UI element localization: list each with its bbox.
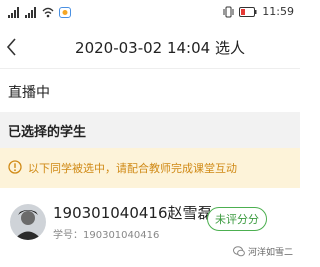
- notice-text: 以下同学被选中，请配合教师完成课堂互动: [28, 162, 237, 175]
- section-title: 已选择的学生: [8, 125, 87, 140]
- signal-icon: [25, 7, 36, 18]
- chevron-left-icon[interactable]: [4, 36, 20, 58]
- notice-banner: 以下同学被选中，请配合教师完成课堂互动: [0, 148, 300, 188]
- battery-icon: [239, 6, 257, 17]
- watermark: 河洋如雪二: [233, 245, 293, 258]
- section-header: 已选择的学生: [0, 112, 300, 148]
- vibrate-icon: [223, 6, 234, 17]
- student-name: 190301040416赵雪磊: [53, 204, 213, 222]
- status-icons-right: 11:59: [223, 5, 294, 18]
- student-id: 学号：190301040416: [53, 230, 160, 241]
- signal-icon: [8, 7, 19, 18]
- avatar: [10, 204, 46, 240]
- live-status-label: 直播中: [8, 85, 50, 101]
- watermark-text: 河洋如雪二: [248, 248, 294, 258]
- app-notification-icon: [59, 7, 71, 18]
- nav-bar: 2020-03-02 14:04 选人: [0, 26, 300, 68]
- status-time: 11:59: [262, 5, 294, 18]
- wifi-icon: [42, 7, 54, 18]
- wechat-icon: [233, 246, 245, 257]
- warning-circle-icon: [8, 160, 22, 174]
- status-bar: 11:59: [0, 0, 300, 26]
- live-status-row: 直播中: [0, 68, 300, 113]
- page-title: 2020-03-02 14:04 选人: [75, 39, 245, 57]
- status-icons-left: [8, 7, 71, 18]
- evaluate-button[interactable]: 未评分分: [207, 207, 267, 231]
